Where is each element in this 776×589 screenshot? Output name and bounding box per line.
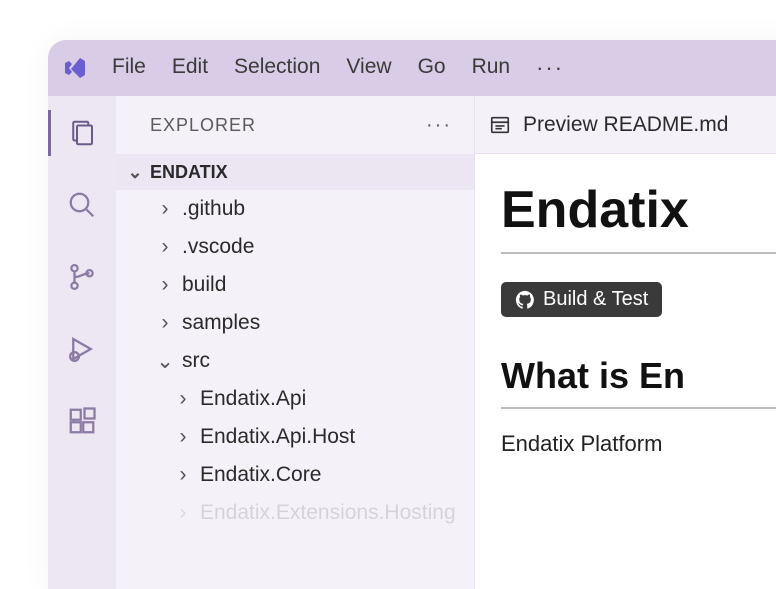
chevron-right-icon: › <box>174 501 192 525</box>
folder-endatix-extensions-hosting[interactable]: › Endatix.Extensions.Hosting <box>116 494 474 532</box>
source-control-icon[interactable] <box>65 260 99 294</box>
build-badge[interactable]: Build & Test <box>501 282 662 317</box>
menu-selection[interactable]: Selection <box>234 55 320 81</box>
explorer-sidebar: EXPLORER ··· ⌄ ENDATIX › .github › .vscode… <box>116 96 474 589</box>
file-tree: ⌄ ENDATIX › .github › .vscode › build › samp… <box>116 154 474 589</box>
tree-label: src <box>182 349 210 373</box>
folder-github[interactable]: › .github <box>116 190 474 228</box>
vscode-logo-icon <box>62 55 88 81</box>
preview-icon <box>489 114 511 136</box>
preview-content: Endatix Build & Test What is En Endatix … <box>475 154 776 457</box>
badge-label: Build & Test <box>543 288 648 311</box>
tree-label: samples <box>182 311 260 335</box>
h2-section: What is En <box>501 355 776 409</box>
workspace-root-label: ENDATIX <box>150 162 228 183</box>
chevron-down-icon: ⌄ <box>126 162 144 183</box>
editor-area: Preview README.md Endatix Build & Test W… <box>474 96 776 589</box>
folder-endatix-api-host[interactable]: › Endatix.Api.Host <box>116 418 474 456</box>
chevron-right-icon: › <box>174 425 192 449</box>
editor-tab-label[interactable]: Preview README.md <box>523 113 728 137</box>
sidebar-more-icon[interactable]: ··· <box>426 114 452 137</box>
chevron-down-icon: ⌄ <box>156 349 174 374</box>
h1-section: Endatix <box>501 180 776 254</box>
tree-label: Endatix.Core <box>200 463 321 487</box>
menu-overflow-icon[interactable]: ··· <box>536 55 564 81</box>
run-debug-icon[interactable] <box>65 332 99 366</box>
workbench-body: EXPLORER ··· ⌄ ENDATIX › .github › .vscode… <box>48 96 776 589</box>
section-heading: What is En <box>501 355 776 397</box>
menu-edit[interactable]: Edit <box>172 55 208 81</box>
chevron-right-icon: › <box>174 463 192 487</box>
paragraph-text: Endatix Platform <box>501 431 776 457</box>
tree-label: Endatix.Api.Host <box>200 425 355 449</box>
activity-bar <box>48 96 116 589</box>
tree-label: Endatix.Extensions.Hosting <box>200 501 456 525</box>
menu-view[interactable]: View <box>346 55 391 81</box>
page-title: Endatix <box>501 180 776 240</box>
chevron-right-icon: › <box>174 387 192 411</box>
menu-run[interactable]: Run <box>472 55 511 81</box>
extensions-icon[interactable] <box>65 404 99 438</box>
chevron-right-icon: › <box>156 197 174 221</box>
titlebar: File Edit Selection View Go Run ··· <box>48 40 776 96</box>
chevron-right-icon: › <box>156 235 174 259</box>
vscode-window: File Edit Selection View Go Run ··· <box>48 40 776 589</box>
sidebar-header: EXPLORER ··· <box>116 96 474 154</box>
sidebar-title: EXPLORER <box>150 115 256 136</box>
explorer-icon[interactable] <box>65 116 99 150</box>
github-icon <box>515 290 535 310</box>
chevron-right-icon: › <box>156 311 174 335</box>
editor-tabbar: Preview README.md <box>475 96 776 154</box>
folder-endatix-api[interactable]: › Endatix.Api <box>116 380 474 418</box>
folder-vscode[interactable]: › .vscode <box>116 228 474 266</box>
folder-src[interactable]: ⌄ src <box>116 342 474 380</box>
chevron-right-icon: › <box>156 273 174 297</box>
tree-label: Endatix.Api <box>200 387 306 411</box>
tree-label: build <box>182 273 226 297</box>
menu-go[interactable]: Go <box>418 55 446 81</box>
search-icon[interactable] <box>65 188 99 222</box>
menu-file[interactable]: File <box>112 55 146 81</box>
tree-label: .vscode <box>182 235 254 259</box>
folder-build[interactable]: › build <box>116 266 474 304</box>
folder-samples[interactable]: › samples <box>116 304 474 342</box>
menubar: File Edit Selection View Go Run ··· <box>112 55 564 81</box>
folder-endatix-core[interactable]: › Endatix.Core <box>116 456 474 494</box>
tree-label: .github <box>182 197 245 221</box>
workspace-root[interactable]: ⌄ ENDATIX <box>116 154 474 190</box>
